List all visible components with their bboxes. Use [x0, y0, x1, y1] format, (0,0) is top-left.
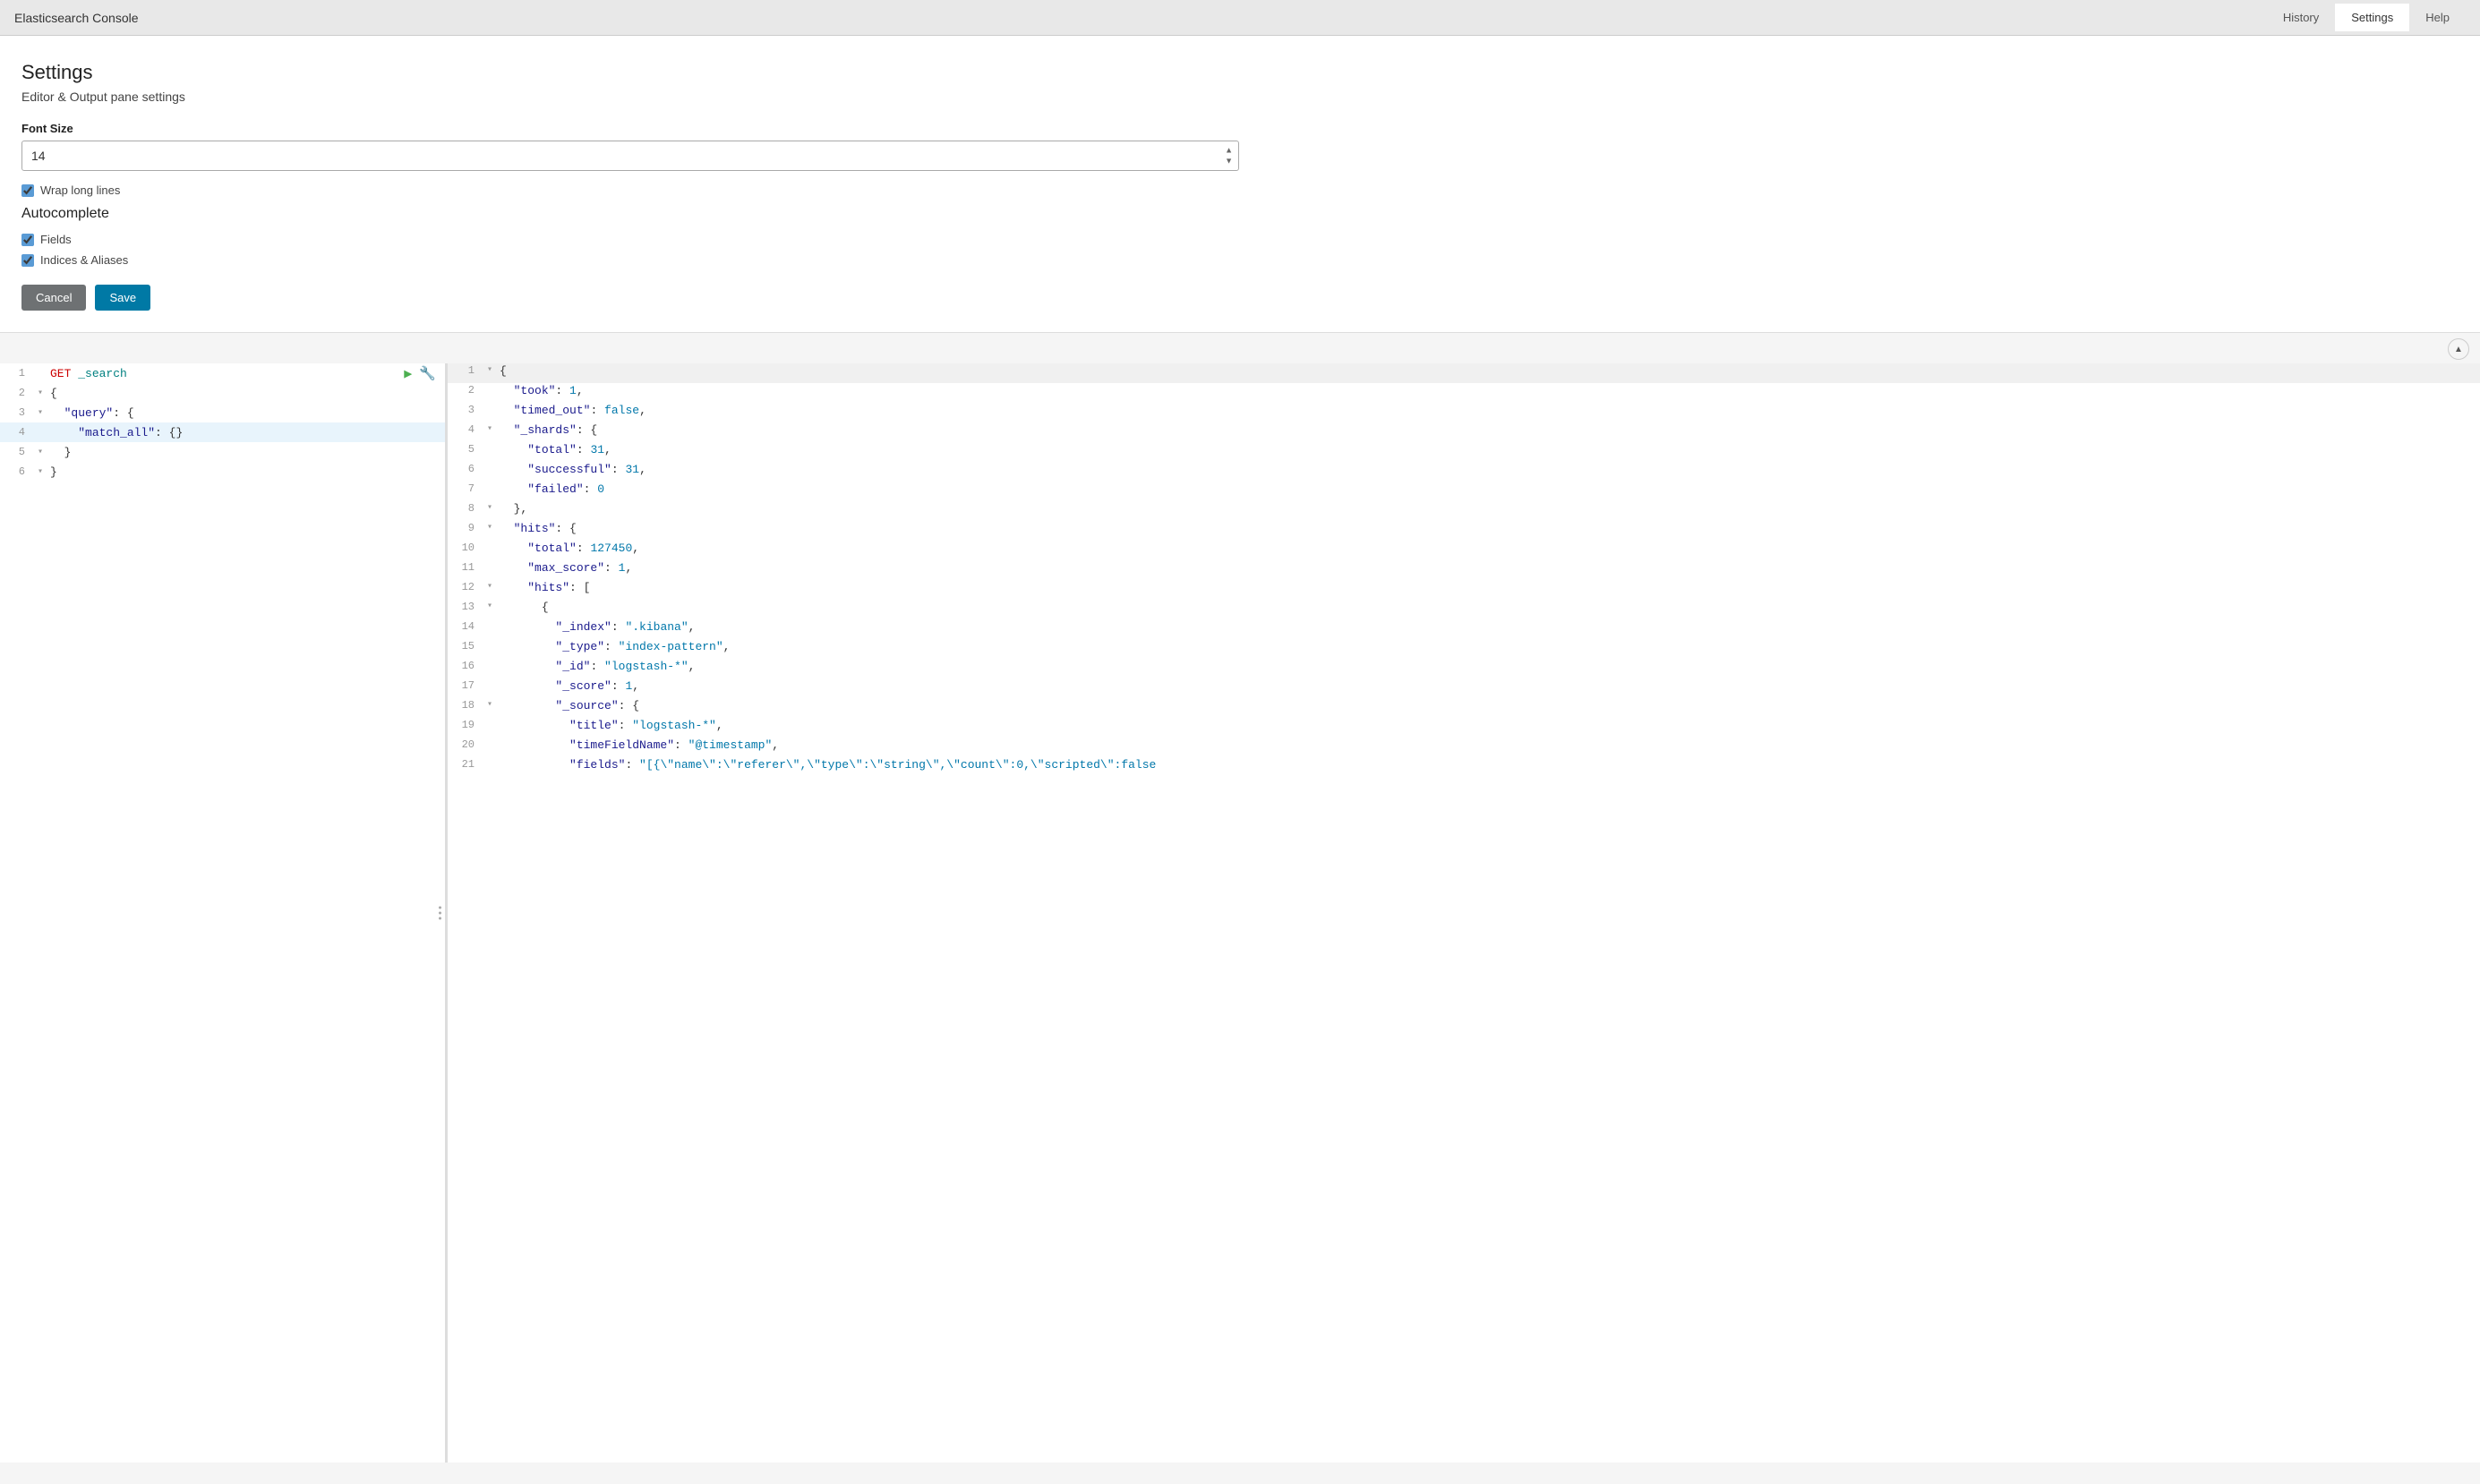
action-buttons: Cancel Save [21, 285, 2459, 311]
line-content-6: } [47, 465, 445, 479]
indices-aliases-label[interactable]: Indices & Aliases [40, 253, 128, 267]
spinner-up-button[interactable]: ▲ [1222, 146, 1236, 156]
output-line-21: 21 "fields": "[{\"name\":\"referer\",\"t… [448, 757, 2480, 777]
app-title: Elasticsearch Console [14, 11, 2267, 25]
pane-divider[interactable] [435, 903, 445, 924]
line-fold-3[interactable]: ▾ [34, 407, 47, 418]
output-line-13: 13 ▾ { [448, 600, 2480, 619]
output-line-18: 18 ▾ "_source": { [448, 698, 2480, 718]
left-editor-pane[interactable]: 1 GET _search ▶ 🔧 2 ▾ { 3 ▾ "query": { [0, 363, 448, 1463]
divider-dot [439, 912, 441, 915]
line-fold-2[interactable]: ▾ [34, 388, 47, 398]
line-fold-5[interactable]: ▾ [34, 447, 47, 457]
output-line-3: 3 "timed_out": false, [448, 403, 2480, 422]
output-line-7: 7 "failed": 0 [448, 482, 2480, 501]
line-content-2: { [47, 387, 445, 400]
collapse-bar: ▲ [0, 333, 2480, 363]
output-line-16: 16 "_id": "logstash-*", [448, 659, 2480, 678]
line-content-5: } [47, 446, 445, 459]
output-line-4: 4 ▾ "_shards": { [448, 422, 2480, 442]
topbar-nav: History Settings Help [2267, 4, 2466, 31]
indices-aliases-checkbox[interactable] [21, 254, 34, 267]
play-button[interactable]: ▶ [404, 365, 412, 382]
output-line-10: 10 "total": 127450, [448, 541, 2480, 560]
collapse-up-icon: ▲ [2454, 345, 2463, 354]
line-num-4: 4 [0, 426, 34, 439]
output-line-2: 2 "took": 1, [448, 383, 2480, 403]
output-line-9: 9 ▾ "hits": { [448, 521, 2480, 541]
settings-subtitle: Editor & Output pane settings [21, 90, 2459, 104]
settings-title: Settings [21, 61, 2459, 84]
wrap-long-lines-row: Wrap long lines [21, 183, 2459, 197]
right-pane-content: 1 ▾ { 2 "took": 1, 3 "timed_out": false,… [448, 363, 2480, 777]
nav-help[interactable]: Help [2409, 4, 2466, 31]
cancel-button[interactable]: Cancel [21, 285, 86, 311]
fields-checkbox[interactable] [21, 234, 34, 246]
wrap-long-lines-label[interactable]: Wrap long lines [40, 183, 120, 197]
save-button[interactable]: Save [95, 285, 150, 311]
line-content-1: GET _search [47, 367, 404, 380]
font-size-input[interactable] [21, 141, 1239, 171]
indices-aliases-checkbox-row: Indices & Aliases [21, 253, 2459, 267]
output-line-15: 15 "_type": "index-pattern", [448, 639, 2480, 659]
output-line-5: 5 "total": 31, [448, 442, 2480, 462]
line-num-2: 2 [0, 387, 34, 399]
right-output-pane[interactable]: 1 ▾ { 2 "took": 1, 3 "timed_out": false,… [448, 363, 2480, 1463]
line-content-3: "query": { [47, 406, 445, 420]
line-content-4: "match_all": {} [47, 426, 445, 439]
fields-checkbox-row: Fields [21, 233, 2459, 246]
topbar: Elasticsearch Console History Settings H… [0, 0, 2480, 36]
spinner-buttons: ▲ ▼ [1222, 146, 1236, 166]
left-pane-content: 1 GET _search ▶ 🔧 2 ▾ { 3 ▾ "query": { [0, 363, 445, 482]
line-num-3: 3 [0, 406, 34, 419]
editor-line-3: 3 ▾ "query": { [0, 403, 445, 422]
editor-line-1: 1 GET _search ▶ 🔧 [0, 363, 445, 383]
line-num-6: 6 [0, 465, 34, 478]
editor-line-5: 5 ▾ } [0, 442, 445, 462]
wrap-long-lines-checkbox[interactable] [21, 184, 34, 197]
wrench-icon[interactable]: 🔧 [419, 365, 436, 382]
output-line-6: 6 "successful": 31, [448, 462, 2480, 482]
collapse-button[interactable]: ▲ [2448, 338, 2469, 360]
editor-line-4: 4 "match_all": {} [0, 422, 445, 442]
settings-panel: Settings Editor & Output pane settings F… [0, 36, 2480, 333]
output-line-11: 11 "max_score": 1, [448, 560, 2480, 580]
divider-dot [439, 907, 441, 909]
output-line-19: 19 "title": "logstash-*", [448, 718, 2480, 738]
nav-history[interactable]: History [2267, 4, 2335, 31]
editor-line-6: 6 ▾ } [0, 462, 445, 482]
line-num-5: 5 [0, 446, 34, 458]
font-size-label: Font Size [21, 122, 2459, 135]
autocomplete-title: Autocomplete [21, 206, 2459, 222]
divider-dot [439, 917, 441, 920]
nav-settings[interactable]: Settings [2335, 4, 2409, 31]
line-1-actions: ▶ 🔧 [404, 365, 445, 382]
output-line-17: 17 "_score": 1, [448, 678, 2480, 698]
fields-label[interactable]: Fields [40, 233, 72, 246]
output-line-8: 8 ▾ }, [448, 501, 2480, 521]
font-size-field-wrapper: ▲ ▼ [21, 141, 1239, 171]
output-line-20: 20 "timeFieldName": "@timestamp", [448, 738, 2480, 757]
line-num-1: 1 [0, 367, 34, 380]
line-fold-6[interactable]: ▾ [34, 466, 47, 477]
output-line-14: 14 "_index": ".kibana", [448, 619, 2480, 639]
editor-area: 1 GET _search ▶ 🔧 2 ▾ { 3 ▾ "query": { [0, 363, 2480, 1463]
output-line-12: 12 ▾ "hits": [ [448, 580, 2480, 600]
spinner-down-button[interactable]: ▼ [1222, 157, 1236, 166]
output-line-1: 1 ▾ { [448, 363, 2480, 383]
editor-line-2: 2 ▾ { [0, 383, 445, 403]
